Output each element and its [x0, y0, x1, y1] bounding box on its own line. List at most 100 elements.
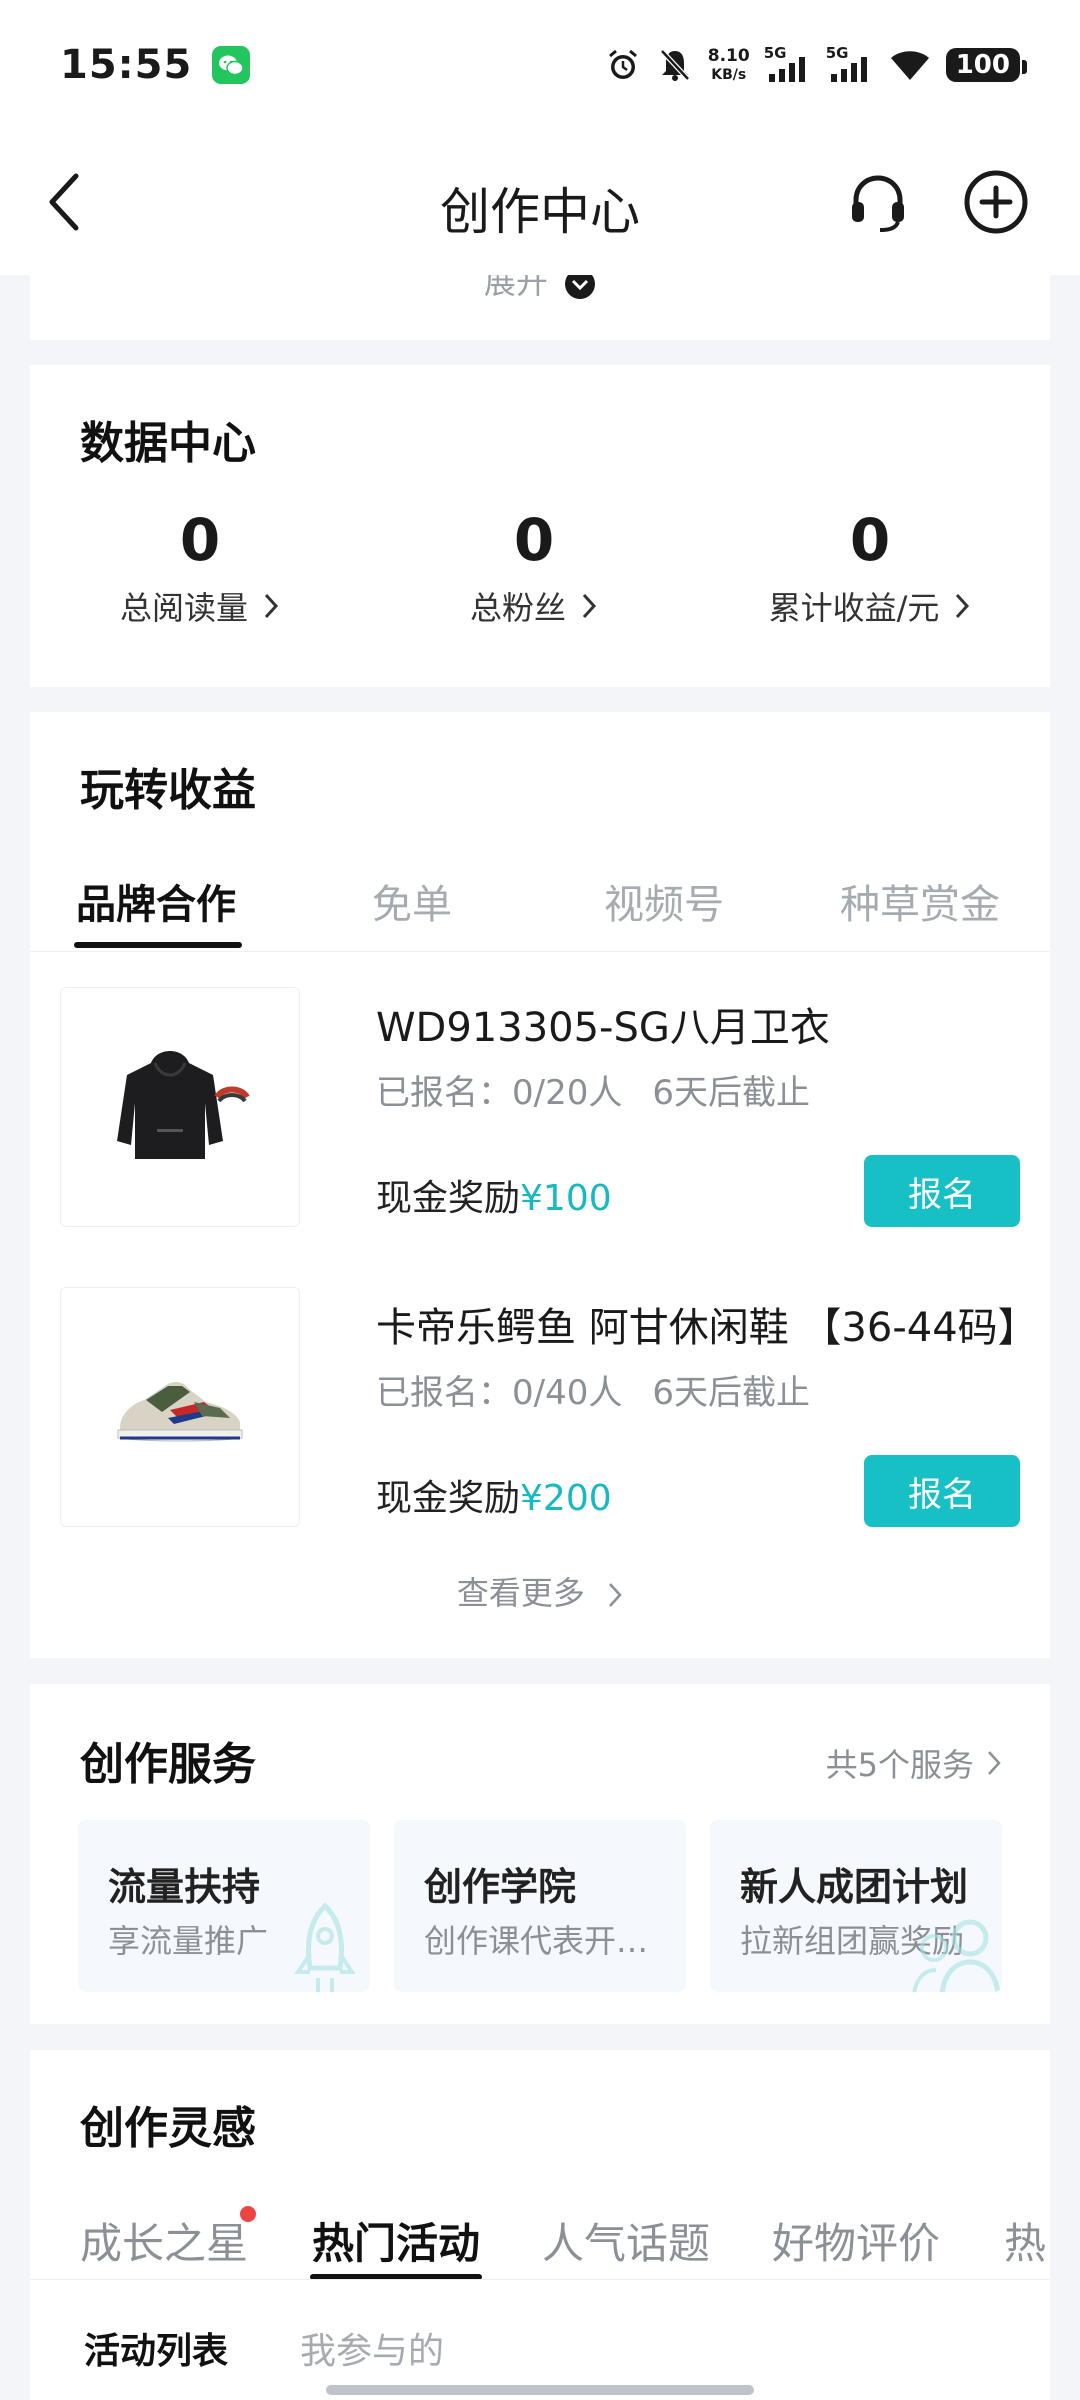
tab-free-order[interactable]: 免单 [372, 872, 452, 930]
signal-5g-icon-2: 5G [825, 44, 874, 84]
chevron-right-icon [609, 1583, 622, 1607]
stat-label: 累计收益/元 [769, 583, 972, 629]
active-tab-indicator [310, 2274, 482, 2279]
services-title: 创作服务 [80, 1739, 256, 1790]
reward-label: 现金奖励 [376, 1478, 521, 1519]
deadline-text: 6天后截止 [652, 1373, 810, 1413]
product-reward: 现金奖励¥200 [376, 1469, 612, 1521]
stat-value: 0 [513, 506, 555, 574]
product-meta: 已报名：0/20人 6天后截止 [376, 1065, 810, 1114]
product-meta: 已报名：0/40人 6天后截止 [376, 1365, 810, 1414]
all-services-link[interactable]: 共5个服务 [826, 1740, 1002, 1786]
create-post-button[interactable] [956, 162, 1036, 242]
service-title: 创作学院 [424, 1865, 577, 1909]
product-title: WD913305-SG八月卫衣 [376, 1005, 830, 1051]
product-title: 卡帝乐鳄鱼 阿甘休闲鞋 【36-44码】 [376, 1305, 1038, 1351]
service-title: 新人成团计划 [740, 1865, 969, 1909]
signal-label: 5G [763, 44, 787, 62]
signal-5g-icon-1: 5G [763, 44, 812, 84]
stat-value: 0 [849, 506, 891, 574]
wifi-icon [888, 46, 932, 84]
tab-popular-topics[interactable]: 人气话题 [542, 2210, 710, 2271]
earnings-card: 玩转收益 品牌合作 免单 视频号 种草赏金 WD913305-SG八月卫衣 已报… [30, 712, 1050, 1658]
product-reward: 现金奖励¥100 [376, 1169, 612, 1221]
tab-seeding-bounty[interactable]: 种草赏金 [840, 872, 1000, 930]
rocket-icon [294, 1902, 356, 1992]
headset-icon [852, 175, 904, 232]
stat-label: 总粉丝 [470, 583, 598, 629]
product-item[interactable]: 卡帝乐鳄鱼 阿甘休闲鞋 【36-44码】 已报名：0/40人 6天后截止 现金奖励… [60, 1287, 1038, 1527]
hoodie-image [117, 1051, 250, 1159]
stat-total-reads[interactable]: 0 总阅读量 [30, 505, 370, 629]
chevron-right-icon [988, 1751, 1001, 1775]
creator-center-page: 15:55 8.10 KB/s 5G 5G 100 创作中心 展开 数据中心 0… [0, 0, 1080, 2400]
earnings-title: 玩转收益 [80, 765, 256, 816]
service-creator-academy[interactable]: 创作学院 创作课代表开… [394, 1820, 686, 1992]
stat-total-earnings[interactable]: 0 累计收益/元 [700, 505, 1040, 629]
stat-value: 0 [179, 506, 221, 574]
enrolled-count: 已报名：0/20人 [376, 1073, 623, 1113]
product-item[interactable]: WD913305-SG八月卫衣 已报名：0/20人 6天后截止 现金奖励¥100 … [60, 987, 1020, 1227]
service-newbie-team-plan[interactable]: 新人成团计划 拉新组团赢奖励 [710, 1820, 1002, 1992]
see-more-link[interactable]: 查看更多 [30, 1568, 1050, 1614]
enrolled-count: 已报名：0/40人 [376, 1373, 623, 1413]
home-indicator[interactable] [326, 2385, 754, 2395]
net-speed-value: 8.10 [707, 45, 750, 66]
tab-brand-cooperation[interactable]: 品牌合作 [76, 872, 236, 930]
product-thumbnail [60, 987, 300, 1227]
stat-label-text: 总阅读量 [119, 589, 248, 627]
net-speed-unit: KB/s [711, 66, 747, 83]
app-header: 创作中心 [0, 130, 1080, 275]
expand-toggle[interactable]: 展开 [30, 275, 1050, 303]
plus-circle-icon [964, 170, 1028, 234]
notification-dot [240, 2206, 256, 2222]
customer-service-button[interactable] [838, 162, 918, 242]
status-bar: 15:55 8.10 KB/s 5G 5G 100 [0, 0, 1080, 130]
creator-services-card: 创作服务 共5个服务 流量扶持 享流量推广 创作学院 创作课代表开… 新人成团计… [30, 1684, 1050, 2024]
chevron-right-icon [956, 593, 970, 619]
expand-label: 展开 [483, 275, 548, 301]
people-icon [912, 1919, 1001, 1992]
status-icons: 8.10 KB/s 5G 5G 100 [604, 44, 1028, 84]
battery-indicator: 100 [945, 48, 1028, 82]
service-subtitle: 创作课代表开… [424, 1922, 649, 1960]
signup-button[interactable]: 报名 [864, 1155, 1020, 1227]
reward-amount: ¥100 [520, 1178, 612, 1219]
subtab-my-participation[interactable]: 我参与的 [300, 2322, 444, 2374]
reward-label: 现金奖励 [376, 1178, 521, 1219]
tab-product-reviews[interactable]: 好物评价 [772, 2210, 940, 2271]
inspiration-title: 创作灵感 [80, 2103, 256, 2154]
tab-video-channel[interactable]: 视频号 [604, 872, 724, 930]
services-count: 共5个服务 [825, 1746, 974, 1784]
alarm-icon [604, 46, 642, 84]
active-tab-indicator [74, 942, 242, 948]
chevron-down-circle-icon [565, 275, 596, 299]
sneaker-image [117, 1382, 243, 1442]
tab-growth-star[interactable]: 成长之星 [80, 2210, 248, 2271]
subtab-activity-list[interactable]: 活动列表 [84, 2322, 228, 2374]
earnings-tabs: 品牌合作 免单 视频号 种草赏金 [30, 852, 1050, 952]
collapsed-section: 展开 [30, 275, 1050, 340]
service-traffic-support[interactable]: 流量扶持 享流量推广 [78, 1820, 370, 1992]
chevron-right-icon [264, 593, 279, 619]
inspiration-tabs: 成长之星 热门活动 人气话题 好物评价 热 [30, 2180, 1050, 2280]
service-title: 流量扶持 [108, 1865, 261, 1909]
deadline-text: 6天后截止 [652, 1073, 810, 1113]
reward-amount: ¥200 [520, 1478, 612, 1519]
data-center-title: 数据中心 [80, 418, 256, 469]
mute-icon [656, 46, 694, 84]
stat-label-text: 总粉丝 [469, 589, 566, 627]
tab-hot-activities[interactable]: 热门活动 [312, 2210, 480, 2271]
creative-inspiration-card: 创作灵感 成长之星 热门活动 人气话题 好物评价 热 活动列表 我参与的 [30, 2050, 1050, 2400]
stat-label-text: 累计收益/元 [768, 589, 940, 627]
signal-label: 5G [825, 44, 849, 62]
page-title: 创作中心 [440, 183, 640, 241]
product-thumbnail [60, 1287, 300, 1527]
stat-total-fans[interactable]: 0 总粉丝 [364, 505, 704, 629]
network-speed: 8.10 KB/s [708, 47, 750, 84]
tab-hot-more[interactable]: 热 [1004, 2210, 1046, 2271]
signup-button[interactable]: 报名 [864, 1455, 1020, 1527]
chevron-right-icon [582, 593, 597, 619]
see-more-label: 查看更多 [456, 1574, 585, 1612]
wechat-icon [212, 46, 251, 84]
